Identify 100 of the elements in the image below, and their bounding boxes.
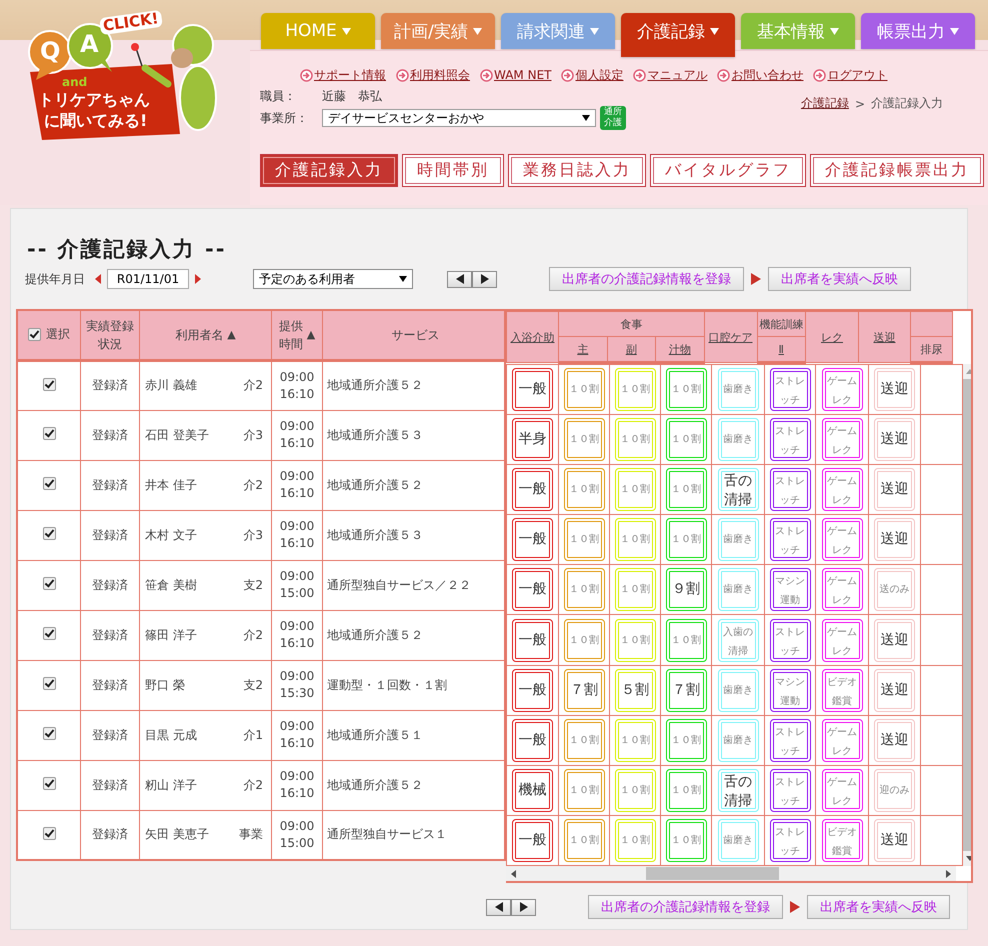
option-button[interactable]: 入歯の清掃 <box>718 618 758 662</box>
option-button[interactable]: 送迎 <box>874 618 915 662</box>
sub-tab[interactable]: 介護記録入力 <box>260 154 398 187</box>
option-button[interactable]: １０割 <box>564 418 604 462</box>
sort-indicator[interactable]: ▲ <box>227 326 236 343</box>
option-button[interactable]: １０割 <box>564 718 604 762</box>
option-button[interactable]: 一般 <box>512 368 553 412</box>
option-button[interactable]: 歯磨き <box>718 518 758 562</box>
row-checkbox[interactable] <box>42 577 56 590</box>
option-button[interactable]: 送迎 <box>874 668 915 712</box>
option-button[interactable]: １０割 <box>666 368 706 412</box>
option-button[interactable]: マシン運動 <box>770 568 810 612</box>
option-button[interactable]: ストレッチ <box>770 818 810 862</box>
option-button[interactable]: 送迎 <box>874 518 915 562</box>
option-button[interactable]: １０割 <box>666 418 706 462</box>
scrollbar[interactable] <box>506 866 956 881</box>
option-button[interactable]: 送のみ <box>874 568 915 612</box>
option-button[interactable]: ゲームレク <box>822 518 862 562</box>
option-button[interactable]: 送迎 <box>874 418 915 462</box>
option-button[interactable]: 一般 <box>512 718 553 762</box>
option-button[interactable]: １０割 <box>614 718 656 762</box>
option-button[interactable]: 一般 <box>512 468 553 512</box>
option-button[interactable]: ストレッチ <box>770 618 810 662</box>
option-button[interactable]: ゲームレク <box>822 418 862 462</box>
option-button[interactable]: ストレッチ <box>770 418 810 462</box>
prev-button[interactable] <box>486 898 511 916</box>
logo-text[interactable]: トリケアちゃん <box>38 92 150 108</box>
option-button[interactable]: ９割 <box>666 568 706 612</box>
row-checkbox[interactable] <box>42 727 56 740</box>
option-button[interactable]: １０割 <box>614 418 656 462</box>
option-button[interactable]: １０割 <box>564 468 604 512</box>
row-checkbox[interactable] <box>42 527 56 540</box>
sub-tab[interactable]: バイタルグラフ <box>650 154 806 187</box>
sub-tab[interactable]: 業務日誌入力 <box>508 154 646 187</box>
option-button[interactable]: ゲームレク <box>822 618 862 662</box>
option-button[interactable]: １０割 <box>666 618 706 662</box>
option-button[interactable]: ゲームレク <box>822 568 862 612</box>
column-header[interactable]: 主 <box>577 342 588 356</box>
option-button[interactable]: １０割 <box>564 368 604 412</box>
option-button[interactable]: ゲームレク <box>822 368 862 412</box>
option-button[interactable]: ビデオ鑑賞 <box>822 668 862 712</box>
row-checkbox[interactable] <box>42 826 56 840</box>
option-button[interactable]: １０割 <box>564 818 604 862</box>
option-button[interactable]: 機械 <box>512 768 553 812</box>
option-button[interactable]: ゲームレク <box>822 718 862 762</box>
nav-link[interactable]: サポート情報 <box>314 66 386 84</box>
filter-dropdown[interactable]: 予定のある利用者 <box>253 269 413 289</box>
logo-text[interactable]: CLICK! <box>99 10 162 36</box>
option-button[interactable]: １０割 <box>564 518 604 562</box>
option-button[interactable]: ストレッチ <box>770 468 810 512</box>
nav-link[interactable]: ログアウト <box>827 66 888 84</box>
option-button[interactable]: 送迎 <box>874 718 915 762</box>
row-checkbox[interactable] <box>42 677 56 690</box>
option-button[interactable]: １０割 <box>666 768 706 812</box>
option-button[interactable]: 舌の清掃 <box>718 468 758 512</box>
sort-indicator[interactable]: ▲ <box>306 326 316 343</box>
option-button[interactable]: 一般 <box>512 618 553 662</box>
nav-tab[interactable]: 帳票出力 <box>861 13 975 49</box>
option-button[interactable]: 歯磨き <box>718 818 758 862</box>
option-button[interactable]: ストレッチ <box>770 768 810 812</box>
option-button[interactable]: １０割 <box>614 568 656 612</box>
option-button[interactable]: 歯磨き <box>718 418 758 462</box>
option-button[interactable]: １０割 <box>614 618 656 662</box>
option-button[interactable]: 一般 <box>512 668 553 712</box>
option-button[interactable]: 歯磨き <box>718 718 758 762</box>
column-header[interactable]: Ⅱ <box>778 343 784 356</box>
office-dropdown[interactable]: デイサービスセンターおかや <box>322 109 596 127</box>
nav-link[interactable]: マニュアル <box>647 66 708 84</box>
column-header[interactable]: 利用者名 <box>175 326 224 344</box>
column-header[interactable]: レク <box>821 330 843 344</box>
option-button[interactable]: １０割 <box>614 768 656 812</box>
option-button[interactable]: 歯磨き <box>718 668 758 712</box>
option-button[interactable]: 一般 <box>512 568 553 612</box>
option-button[interactable]: 送迎 <box>874 468 915 512</box>
option-button[interactable]: 一般 <box>512 518 553 562</box>
register-button[interactable]: 出席者の介護記録情報を登録 <box>588 895 783 919</box>
nav-tab[interactable]: 介護記録 <box>621 13 735 57</box>
option-button[interactable]: ストレッチ <box>770 718 810 762</box>
breadcrumb-link[interactable]: 介護記録 <box>800 95 849 112</box>
reflect-button[interactable]: 出席者を実績へ反映 <box>807 895 950 919</box>
nav-tab[interactable]: HOME <box>261 13 375 49</box>
option-button[interactable]: １０割 <box>614 368 656 412</box>
logo-text[interactable]: に聞いてみる! <box>44 113 148 129</box>
option-button[interactable]: 半身 <box>512 418 553 462</box>
column-header[interactable]: サービス <box>392 326 440 344</box>
option-button[interactable]: ５割 <box>614 668 656 712</box>
option-button[interactable]: １０割 <box>564 618 604 662</box>
nav-tab[interactable]: 請求関連 <box>501 13 615 49</box>
row-checkbox[interactable] <box>42 427 56 440</box>
option-button[interactable]: １０割 <box>614 518 656 562</box>
nav-link[interactable]: WAM NET <box>494 68 552 82</box>
logo-text[interactable]: and <box>62 76 88 88</box>
next-button[interactable] <box>511 898 536 916</box>
option-button[interactable]: 一般 <box>512 818 553 862</box>
row-checkbox[interactable] <box>42 627 56 640</box>
option-button[interactable]: ビデオ鑑賞 <box>822 818 862 862</box>
reflect-button[interactable]: 出席者を実績へ反映 <box>768 267 911 291</box>
option-button[interactable]: １０割 <box>666 518 706 562</box>
option-button[interactable]: ゲームレク <box>822 768 862 812</box>
row-checkbox[interactable] <box>42 777 56 790</box>
